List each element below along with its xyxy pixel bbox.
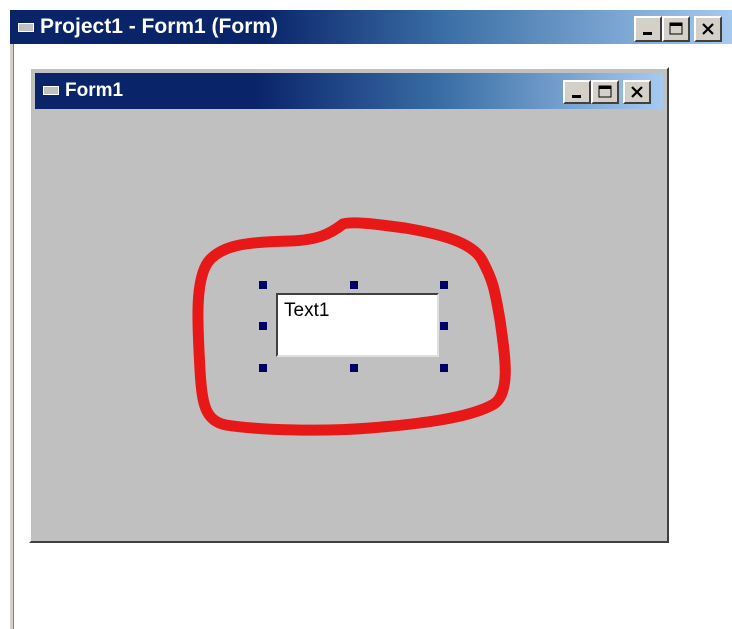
designer-window: Project1 - Form1 (Form) Form1 Text1 — [0, 0, 732, 629]
red-annotation-circle — [192, 217, 511, 436]
